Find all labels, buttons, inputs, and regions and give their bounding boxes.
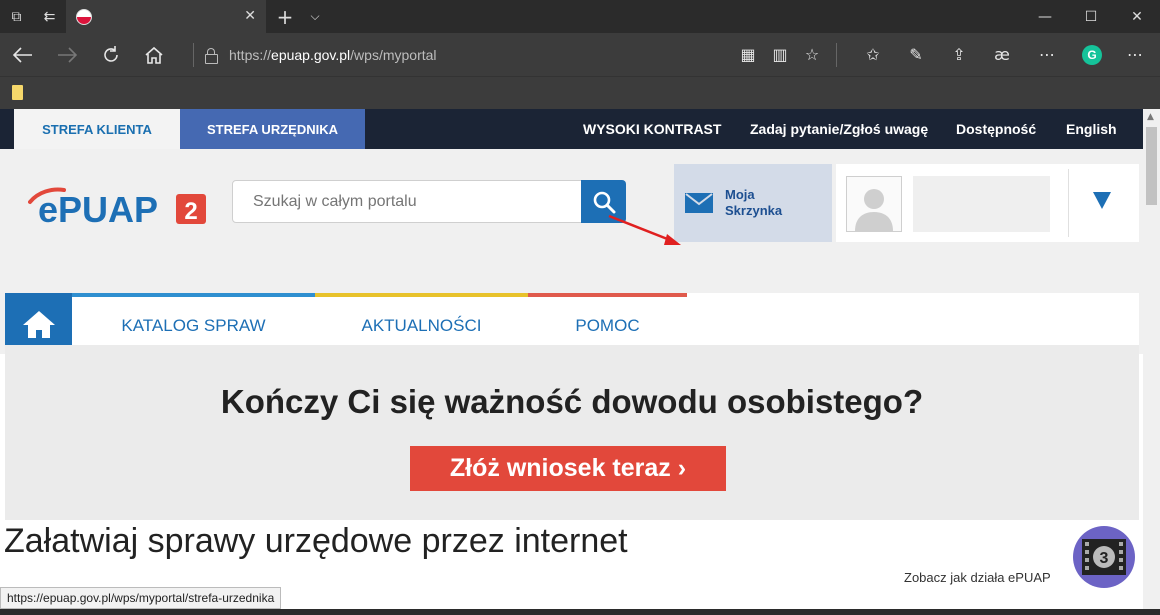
ask-question-link[interactable]: Zadaj pytanie/Zgłoś uwagę [750, 109, 928, 149]
user-panel [836, 164, 1139, 242]
submit-application-button[interactable]: Złóż wniosek teraz › [410, 446, 726, 491]
notes-pen-icon[interactable]: ✎ [899, 33, 933, 76]
url-prefix: https:// [229, 47, 272, 63]
video-button[interactable]: 3 [1073, 526, 1135, 588]
extension-dots-icon[interactable]: ⋯ [1030, 33, 1064, 76]
reading-view-icon[interactable]: ▥ [763, 33, 797, 76]
close-window-icon[interactable]: ✕ [1114, 0, 1160, 33]
url-domain: epuap.gov.pl [271, 47, 351, 63]
address-bar: https://epuap.gov.pl/wps/myportal ▦ ▥ ☆ … [0, 33, 1160, 76]
logo-text: ePUAP [38, 189, 158, 229]
web-page: STREFA KLIENTA STREFA URZĘDNIKA WYSOKI K… [0, 109, 1143, 609]
accessibility-link[interactable]: Dostępność [956, 109, 1036, 149]
active-tab[interactable]: ✕ [66, 0, 266, 33]
logo-badge: 2 [184, 198, 197, 225]
divider [836, 43, 837, 67]
minimize-icon[interactable]: — [1022, 0, 1068, 33]
browser-window: ⧉ ⇇ ✕ + ⌵ — ☐ ✕ https://epuap.gov.pl /wp… [0, 0, 1160, 615]
epuap-logo[interactable]: ePUAP 2 [28, 184, 218, 230]
video-number: 3 [1100, 550, 1109, 567]
lock-icon [205, 48, 218, 64]
home-icon [22, 310, 55, 338]
page-header: ePUAP 2 Moja Skrzynka [0, 149, 1143, 354]
banner-title: Kończy Ci się ważność dowodu osobistego? [220, 383, 924, 420]
tab-strefa-klienta[interactable]: STREFA KLIENTA [14, 109, 180, 149]
scroll-up-icon[interactable]: ▲ [1147, 112, 1154, 122]
set-tabs-aside-icon[interactable]: ⇇ [33, 0, 66, 33]
refresh-icon[interactable] [90, 33, 132, 76]
status-url: https://epuap.gov.pl/wps/myportal/strefa… [0, 587, 282, 609]
divider [1068, 169, 1069, 237]
top-navigation: STREFA KLIENTA STREFA URZĘDNIKA WYSOKI K… [0, 109, 1143, 149]
user-name-placeholder [913, 176, 1050, 232]
forward-icon[interactable] [46, 33, 88, 76]
video-link[interactable]: Zobacz jak działa ePUAP [904, 570, 1051, 585]
window-bottom-edge [0, 609, 1160, 615]
favorite-star-icon[interactable]: ☆ [795, 33, 829, 76]
more-menu-icon[interactable]: ⋯ [1118, 33, 1152, 76]
maximize-icon[interactable]: ☐ [1068, 0, 1114, 33]
tab-actions-icon[interactable]: ⧉ [0, 0, 33, 33]
search-icon [593, 191, 615, 213]
avatar[interactable] [846, 176, 902, 232]
read-aloud-icon[interactable]: æ [985, 33, 1019, 76]
scrollbar-thumb[interactable] [1146, 127, 1157, 205]
red-arrow-annotation [608, 214, 681, 245]
close-tab-icon[interactable]: ✕ [244, 8, 256, 24]
favorites-hub-icon[interactable]: ✩ [856, 33, 890, 76]
my-inbox-label: Moja Skrzynka [725, 187, 783, 218]
user-silhouette-icon [855, 189, 893, 231]
envelope-icon [685, 193, 713, 213]
page-title: Załatwiaj sprawy urzędowe przez internet [4, 522, 628, 560]
new-tab-icon[interactable]: + [272, 0, 298, 33]
tab-preview-chevron-icon[interactable]: ⌵ [302, 0, 328, 33]
tab-strefa-urzednika[interactable]: STREFA URZĘDNIKA [180, 109, 365, 149]
favicon-icon [76, 8, 92, 25]
divider [193, 43, 194, 67]
window-controls: — ☐ ✕ [1022, 0, 1160, 33]
film-reel-icon: 3 [1082, 539, 1126, 575]
grammarly-icon[interactable]: G [1075, 33, 1109, 76]
url-field[interactable]: https://epuap.gov.pl/wps/myportal [205, 45, 437, 65]
share-icon[interactable]: ⇪ [942, 33, 976, 76]
favorites-bar [0, 76, 1160, 109]
url-path: /wps/myportal [350, 47, 437, 63]
high-contrast-link[interactable]: WYSOKI KONTRAST [583, 109, 721, 149]
user-menu-chevron-icon[interactable] [1093, 192, 1111, 209]
search-input[interactable] [232, 180, 582, 223]
home-browser-icon[interactable] [133, 33, 175, 76]
my-inbox-button[interactable]: Moja Skrzynka [674, 164, 832, 242]
vertical-scrollbar[interactable]: ▲ [1143, 109, 1160, 609]
extension-icon[interactable]: ▦ [731, 33, 765, 76]
title-bar: ⧉ ⇇ ✕ + ⌵ — ☐ ✕ [0, 0, 1160, 33]
promo-banner: Kończy Ci się ważność dowodu osobistego?… [5, 345, 1139, 520]
back-icon[interactable] [2, 33, 44, 76]
bookmark-note-icon[interactable] [12, 85, 23, 100]
language-link[interactable]: English [1066, 109, 1117, 149]
